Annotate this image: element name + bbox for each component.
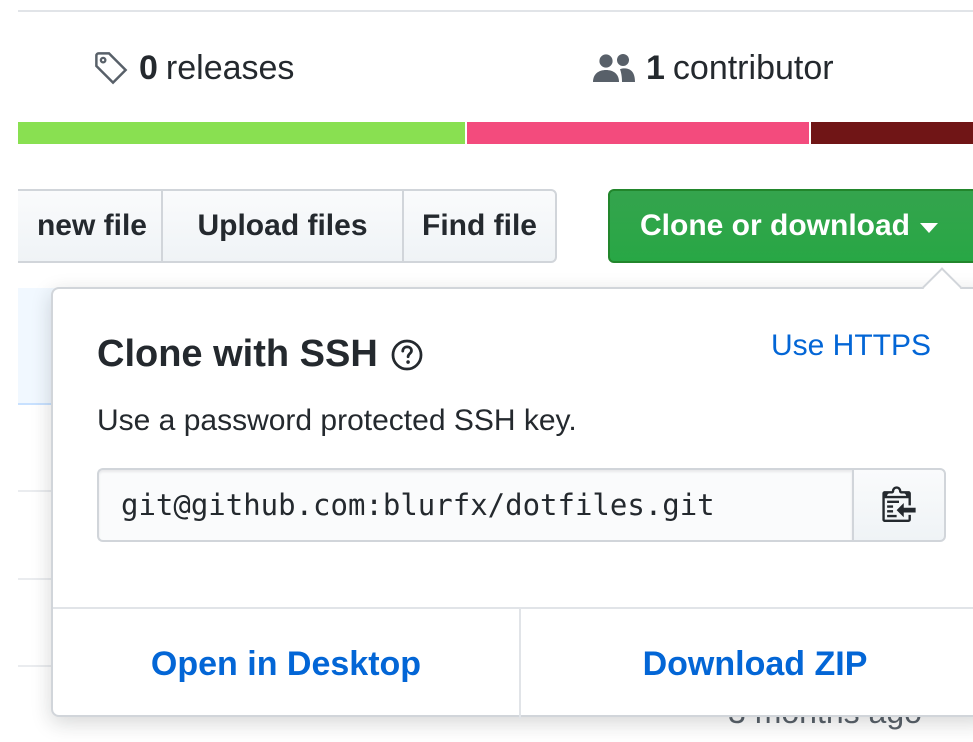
copy-url-button[interactable]	[852, 468, 946, 542]
upload-files-button[interactable]: Upload files	[161, 189, 404, 263]
releases-count: 0	[139, 48, 158, 87]
top-divider	[18, 10, 973, 12]
clone-url-group	[97, 468, 946, 542]
language-segment[interactable]	[809, 122, 973, 144]
language-segment[interactable]	[18, 122, 465, 144]
releases-label: releases	[165, 48, 295, 87]
download-zip-link[interactable]: Download ZIP	[521, 609, 973, 719]
clone-url-input[interactable]	[97, 468, 852, 542]
create-new-file-button[interactable]: new file	[18, 189, 163, 263]
language-segment[interactable]	[464, 122, 810, 144]
contributors-link[interactable]: 1 contributor	[592, 48, 834, 88]
use-https-link[interactable]: Use HTTPS	[771, 329, 931, 363]
people-icon	[592, 52, 636, 84]
releases-link[interactable]: 0 releases	[93, 48, 294, 88]
contributors-label: contributor	[672, 48, 834, 87]
language-bar[interactable]	[18, 122, 973, 144]
clippy-icon	[882, 484, 916, 527]
clone-or-download-button[interactable]: Clone or download	[608, 189, 973, 263]
clone-description: Use a password protected SSH key.	[97, 404, 577, 437]
clone-title: Clone with SSH	[97, 333, 424, 376]
dropdown-arrow	[922, 267, 962, 307]
tag-icon	[93, 50, 129, 86]
file-actions-group: new file Upload files Find file	[18, 189, 557, 263]
clone-dropdown: Clone with SSH Use HTTPS Use a password …	[51, 267, 973, 719]
clone-button-label: Clone or download	[640, 209, 910, 242]
question-icon[interactable]	[390, 338, 424, 372]
open-in-desktop-link[interactable]: Open in Desktop	[53, 609, 521, 719]
contributors-count: 1	[646, 48, 665, 87]
clone-title-text: Clone with SSH	[97, 333, 378, 375]
clone-footer: Open in Desktop Download ZIP	[53, 607, 973, 719]
find-file-button[interactable]: Find file	[402, 189, 557, 263]
chevron-down-icon	[920, 223, 938, 233]
